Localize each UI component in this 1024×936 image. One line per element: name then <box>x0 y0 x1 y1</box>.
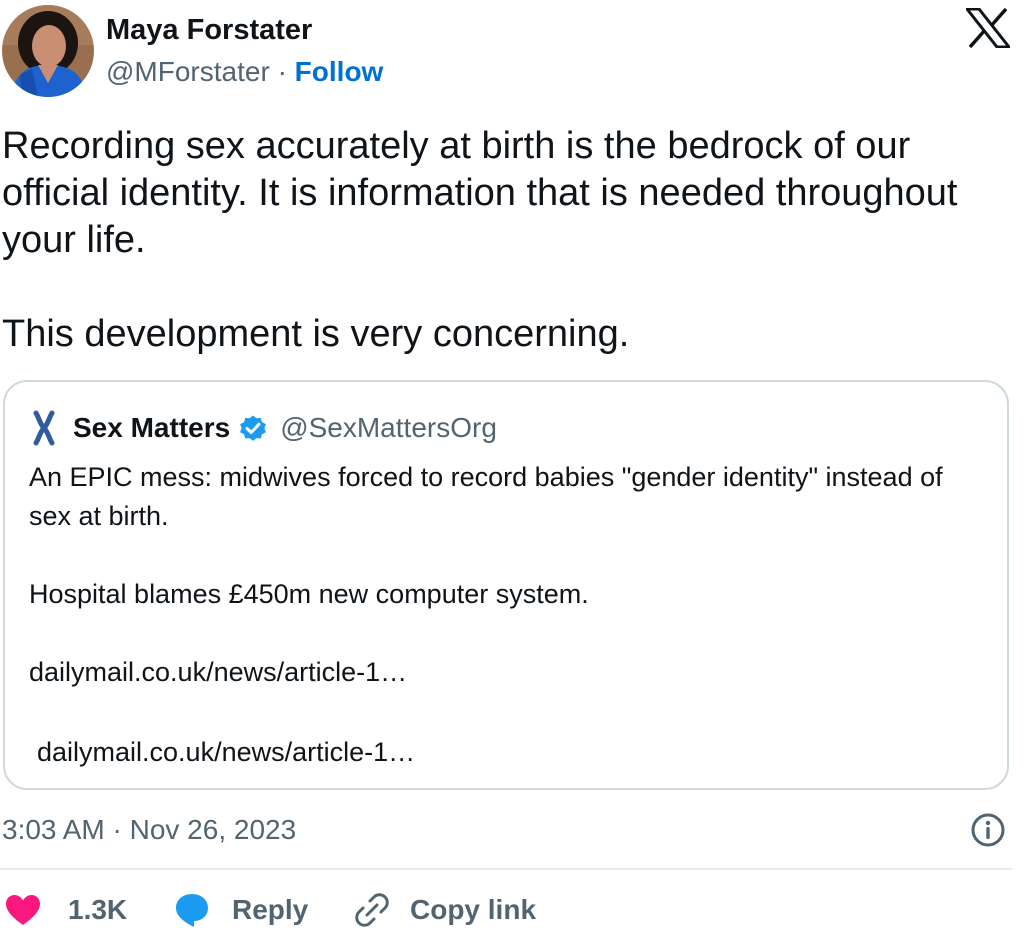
quoted-link-text[interactable]: dailymail.co.uk/news/article-1… <box>29 653 969 692</box>
heart-icon <box>6 895 40 925</box>
reply-label: Reply <box>232 894 309 925</box>
quoted-link-preview[interactable]: dailymail.co.uk/news/article-1… <box>37 734 415 770</box>
like-count: 1.3K <box>68 894 128 925</box>
quoted-author-handle[interactable]: @SexMattersOrg <box>280 412 497 444</box>
verified-badge-icon <box>238 413 268 443</box>
sex-matters-logo-icon <box>31 410 57 446</box>
link-icon <box>355 893 389 927</box>
author-name[interactable]: Maya Forstater <box>106 12 312 48</box>
x-logo-icon[interactable] <box>963 7 1013 49</box>
like-button[interactable]: 1.3K <box>4 890 127 930</box>
quoted-tweet-header: Sex Matters @SexMattersOrg <box>31 408 497 448</box>
quoted-tweet-card[interactable]: Sex Matters @SexMattersOrg An EPIC mess:… <box>3 380 1009 790</box>
copy-link-label: Copy link <box>410 894 537 925</box>
reply-button[interactable]: Reply <box>174 890 308 930</box>
tweet-paragraph: This development is very concerning. <box>2 313 630 355</box>
follow-button[interactable]: Follow <box>295 56 384 87</box>
info-icon[interactable] <box>970 812 1006 848</box>
tweet-paragraph: Recording sex accurately at birth is the… <box>2 125 958 261</box>
author-handle-row: @MForstater · Follow <box>106 54 383 90</box>
author-handle[interactable]: @MForstater <box>106 56 270 87</box>
handle-separator: · <box>277 56 287 87</box>
tweet-text: Recording sex accurately at birth is the… <box>2 123 1012 358</box>
tweet-timestamp[interactable]: 3:03 AM · Nov 26, 2023 <box>2 812 296 848</box>
quoted-paragraph: An EPIC mess: midwives forced to record … <box>29 462 943 531</box>
speech-bubble-icon <box>176 894 208 927</box>
quoted-paragraph: Hospital blames £450m new computer syste… <box>29 579 589 609</box>
divider <box>0 868 1012 870</box>
copy-link-button[interactable]: Copy link <box>354 890 536 930</box>
author-avatar[interactable] <box>2 5 94 97</box>
quoted-author-name[interactable]: Sex Matters <box>73 412 230 444</box>
avatar-image <box>2 5 94 97</box>
quoted-tweet-text: An EPIC mess: midwives forced to record … <box>29 458 969 692</box>
